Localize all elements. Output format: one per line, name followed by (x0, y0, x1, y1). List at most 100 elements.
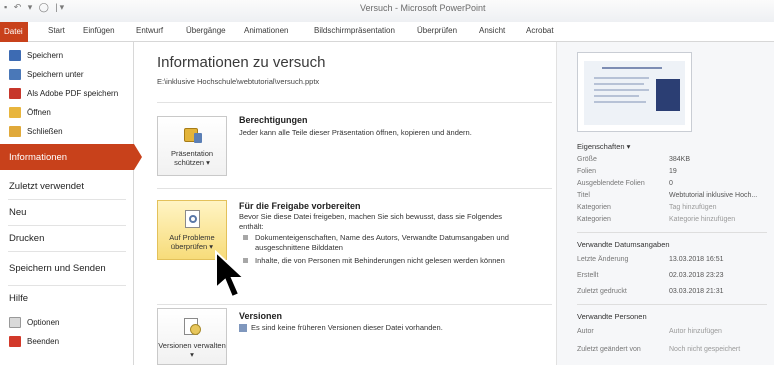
ribbon-tabs: Datei Start Einfügen Entwurf Übergänge A… (0, 22, 774, 42)
nav-separator (8, 199, 126, 200)
tab-review[interactable]: Überprüfen (417, 26, 457, 35)
permissions-text: Jeder kann alle Teile dieser Präsentatio… (239, 128, 472, 137)
dates-heading: Verwandte Datumsangaben (577, 240, 670, 249)
tags-field[interactable]: Tag hinzufügen (669, 204, 716, 211)
close-file-icon (9, 125, 21, 137)
last-modified-by-value: Noch nicht gespeichert (669, 346, 741, 353)
nav-open[interactable]: Öffnen (0, 102, 134, 122)
nav-save[interactable]: Speichern (0, 45, 134, 65)
versions-icon (181, 316, 203, 338)
protect-presentation-button[interactable]: Präsentation schützen ▾ (157, 116, 227, 176)
options-icon (9, 316, 21, 328)
backstage-nav: Speichern Speichern unter Als Adobe PDF … (0, 42, 142, 365)
quick-access-toolbar[interactable]: ▪ ↶ ▾ ◯ |▾ (4, 2, 66, 13)
date-label: Zuletzt gedruckt (577, 288, 627, 295)
save-icon (9, 49, 21, 61)
pdf-icon (9, 87, 21, 99)
info-main-area: Informationen zu versuch E:\inklusive Ho… (135, 42, 555, 365)
prepare-text: Bevor Sie diese Datei freigeben, machen … (239, 212, 503, 231)
date-value: 02.03.2018 23:23 (669, 272, 724, 279)
powerpoint-backstage-window: ▪ ↶ ▾ ◯ |▾ Versuch - Microsoft PowerPoin… (0, 0, 774, 365)
nav-close-label: Schließen (27, 126, 63, 136)
title-field[interactable]: Webtutorial inklusive Hoch... (669, 192, 757, 199)
mouse-cursor-icon (215, 250, 247, 299)
permissions-heading: Berechtigungen (239, 115, 308, 125)
section-divider (157, 304, 552, 305)
nav-exit-label: Beenden (27, 336, 60, 346)
tab-slideshow[interactable]: Bildschirmpräsentation (314, 26, 395, 35)
section-divider (157, 102, 552, 103)
date-value: 13.03.2018 16:51 (669, 256, 724, 263)
property-value: 384KB (669, 156, 691, 163)
versions-section: Versionen verwalten ▾ Versionen Es sind … (157, 304, 552, 365)
versions-text-label: Es sind keine früheren Versionen dieser … (251, 323, 443, 332)
prepare-heading: Für die Freigabe vorbereiten (239, 201, 361, 211)
slide-thumbnail[interactable] (577, 52, 692, 132)
tab-insert[interactable]: Einfügen (83, 26, 115, 35)
property-label: Folien (577, 168, 597, 175)
nav-recent[interactable]: Zuletzt verwendet (0, 176, 134, 196)
property-label: Kategorien (577, 216, 611, 223)
nav-exit[interactable]: Beenden (0, 331, 134, 351)
protect-presentation-label: Präsentation schützen ▾ (170, 149, 214, 167)
tab-view[interactable]: Ansicht (479, 26, 505, 35)
check-for-issues-label: Auf Probleme überprüfen ▾ (169, 233, 215, 251)
version-doc-icon (239, 324, 247, 332)
document-check-icon (181, 208, 203, 230)
versions-heading: Versionen (239, 311, 283, 321)
title-bar: ▪ ↶ ▾ ◯ |▾ Versuch - Microsoft PowerPoin… (0, 0, 774, 22)
manage-versions-button[interactable]: Versionen verwalten ▾ (157, 308, 227, 365)
properties-heading[interactable]: Eigenschaften ▾ (577, 142, 630, 151)
nav-help[interactable]: Hilfe (0, 288, 134, 308)
person-label: Zuletzt geändert von (577, 346, 641, 353)
nav-print[interactable]: Drucken (0, 228, 134, 248)
exit-icon (9, 335, 21, 347)
categories-field[interactable]: Kategorie hinzufügen (669, 216, 735, 223)
property-label: Ausgeblendete Folien (577, 180, 645, 187)
nav-close[interactable]: Schließen (0, 121, 134, 141)
thumbnail-figure (656, 79, 680, 111)
nav-save-as[interactable]: Speichern unter (0, 64, 134, 84)
nav-separator (8, 285, 126, 286)
people-heading: Verwandte Personen (577, 312, 647, 321)
prepare-bullet: Dokumenteigenschaften, Name des Autors, … (243, 233, 509, 252)
permissions-section: Präsentation schützen ▾ Berechtigungen J… (157, 102, 552, 176)
property-label: Kategorien (577, 204, 611, 211)
nav-save-pdf-label: Als Adobe PDF speichern (27, 88, 119, 98)
property-label: Titel (577, 192, 590, 199)
tab-acrobat[interactable]: Acrobat (526, 26, 554, 35)
date-value: 03.03.2018 21:31 (669, 288, 724, 295)
person-label: Autor (577, 328, 594, 335)
tab-transitions[interactable]: Übergänge (186, 26, 226, 35)
tab-animations[interactable]: Animationen (244, 26, 288, 35)
open-folder-icon (9, 106, 21, 118)
date-label: Erstellt (577, 272, 599, 279)
versions-text: Es sind keine früheren Versionen dieser … (239, 323, 509, 333)
nav-options-label: Optionen (27, 317, 60, 327)
panel-divider (577, 304, 767, 305)
section-divider (157, 188, 552, 189)
nav-info[interactable]: Informationen (0, 144, 142, 170)
nav-save-pdf[interactable]: Als Adobe PDF speichern (0, 83, 134, 103)
tab-design[interactable]: Entwurf (136, 26, 163, 35)
date-label: Letzte Änderung (577, 256, 629, 263)
nav-save-label: Speichern (27, 50, 64, 60)
tab-file[interactable]: Datei (0, 22, 28, 42)
property-value: 0 (669, 180, 673, 187)
window-title: Versuch - Microsoft PowerPoint (360, 3, 486, 13)
tab-start[interactable]: Start (48, 26, 65, 35)
property-value: 19 (669, 168, 677, 175)
author-field[interactable]: Autor hinzufügen (669, 328, 722, 335)
nav-save-send[interactable]: Speichern und Senden (0, 254, 134, 282)
nav-options[interactable]: Optionen (0, 312, 134, 332)
nav-separator (8, 251, 126, 252)
page-title: Informationen zu versuch (157, 54, 326, 71)
nav-separator (8, 225, 126, 226)
save-as-icon (9, 68, 21, 80)
nav-open-label: Öffnen (27, 107, 51, 117)
property-label: Größe (577, 156, 597, 163)
properties-panel: Eigenschaften ▾ Größe 384KB Folien 19 Au… (556, 42, 774, 365)
nav-new[interactable]: Neu (0, 202, 134, 222)
prepare-bullet: Inhalte, die von Personen mit Behinderun… (243, 256, 509, 266)
panel-divider (577, 232, 767, 233)
